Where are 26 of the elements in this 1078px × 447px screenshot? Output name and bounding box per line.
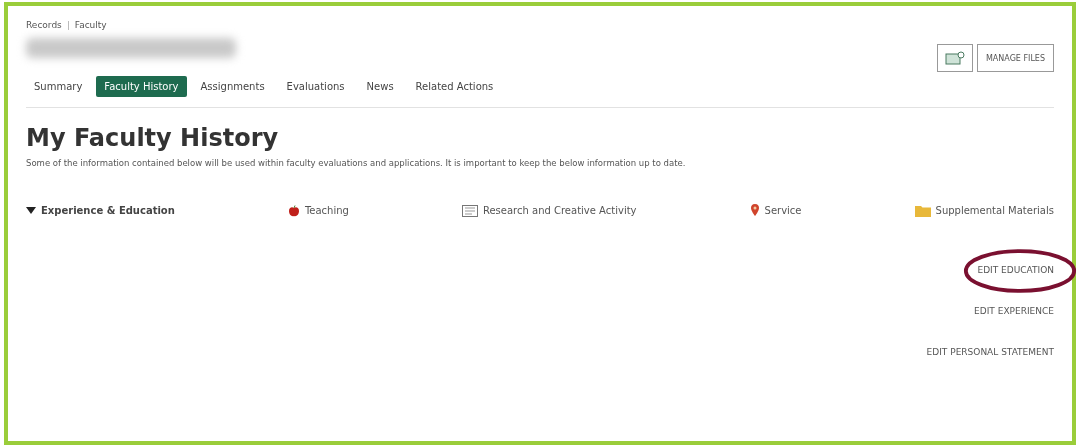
tab[interactable]: News: [358, 76, 402, 97]
folder-icon: [914, 204, 931, 217]
tab[interactable]: Faculty History: [96, 76, 187, 97]
apple-icon: [287, 204, 300, 217]
section-tab[interactable]: Supplemental Materials: [914, 204, 1054, 217]
document-icon: [461, 204, 478, 217]
pin-icon: [749, 204, 760, 217]
manage-files-button[interactable]: MANAGE FILES: [976, 44, 1054, 72]
description-text: Some of the information contained below will be used within faculty evaluations and applications. It is important to keep the below information up to date.: [26, 158, 687, 168]
caret-icon: [26, 207, 36, 214]
edit-link[interactable]: EDIT PERSONAL STATEMENT: [926, 347, 1054, 357]
breadcrumb-link[interactable]: Faculty: [74, 20, 107, 30]
edit-link[interactable]: EDIT EDUCATION: [977, 265, 1054, 275]
section-tab[interactable]: Experience & Education: [26, 204, 175, 217]
tab[interactable]: Evaluations: [278, 76, 353, 97]
image-file-icon: [944, 51, 965, 65]
section-tab[interactable]: Service: [749, 204, 802, 217]
tab[interactable]: Related Actions: [407, 76, 502, 97]
files-button[interactable]: [936, 44, 973, 72]
page-heading: My Faculty History: [26, 124, 280, 152]
breadcrumb-link[interactable]: Records: [26, 20, 62, 30]
edit-link[interactable]: EDIT EXPERIENCE: [974, 306, 1054, 316]
tab[interactable]: Summary: [26, 76, 91, 97]
section-tab[interactable]: Research and Creative Activity: [461, 204, 637, 217]
tab[interactable]: Assignments: [192, 76, 273, 97]
section-tab[interactable]: Teaching: [287, 204, 349, 217]
